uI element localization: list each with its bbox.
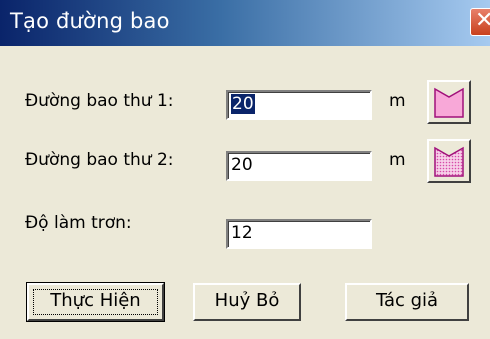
smoothness-value: 12 xyxy=(231,223,253,243)
close-button[interactable]: ✕ xyxy=(470,8,490,36)
close-icon: ✕ xyxy=(475,8,490,33)
boundary1-label: Đường bao thư 1: xyxy=(25,91,174,111)
title-bar[interactable]: Tạo đường bao ✕ xyxy=(0,0,490,46)
boundary2-shape-button[interactable] xyxy=(427,139,471,183)
boundary1-input[interactable]: 20 xyxy=(226,90,372,120)
pink-dotted-notched-rectangle-icon xyxy=(434,146,464,177)
boundary1-unit: m xyxy=(389,91,406,111)
window-title: Tạo đường bao xyxy=(10,9,170,33)
boundary1-shape-button[interactable] xyxy=(427,80,471,124)
boundary2-value: 20 xyxy=(231,155,253,175)
pink-notched-rectangle-icon xyxy=(434,87,464,118)
dialog-window: Tạo đường bao ✕ Đường bao thư 1: 20 m Đư… xyxy=(0,0,490,339)
execute-button[interactable]: Thực Hiện xyxy=(26,282,165,322)
smoothness-label: Độ làm trơn: xyxy=(25,213,132,233)
boundary1-value: 20 xyxy=(231,94,255,114)
smoothness-input[interactable]: 12 xyxy=(226,219,372,249)
boundary2-label: Đường bao thư 2: xyxy=(25,150,174,170)
boundary2-input[interactable]: 20 xyxy=(226,151,372,181)
author-button[interactable]: Tác giả xyxy=(345,283,469,321)
boundary2-unit: m xyxy=(389,150,406,170)
cancel-button[interactable]: Huỷ Bỏ xyxy=(193,283,301,321)
